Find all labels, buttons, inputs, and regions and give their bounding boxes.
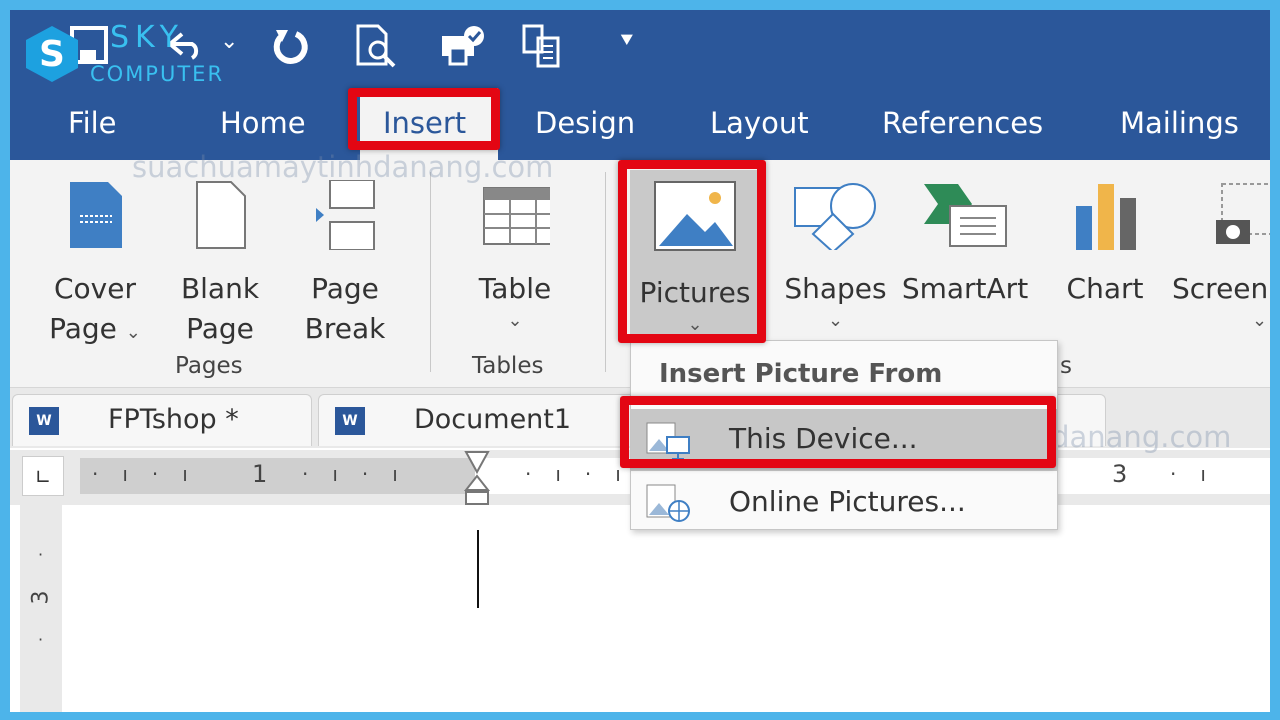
screenshot-icon (1216, 183, 1270, 244)
chevron-down-icon: ⌄ (827, 310, 844, 331)
tab-home[interactable]: Home (220, 105, 306, 141)
word-doc-icon: W (29, 407, 59, 435)
chevron-down-icon: ⌄ (507, 310, 523, 331)
chart-button[interactable]: Chart (1060, 180, 1150, 309)
print-preview-icon[interactable] (354, 22, 400, 70)
page-break-button[interactable]: Page Break (295, 179, 395, 349)
chart-icon (1076, 184, 1136, 250)
page-break-icon (316, 179, 375, 251)
indent-marker[interactable] (462, 450, 492, 506)
smartart-button[interactable]: SmartArt (895, 180, 1035, 309)
undo-dropdown-icon[interactable]: ⌄ (220, 22, 238, 62)
group-label-pages: Pages (175, 353, 243, 379)
menu-item-online-pictures[interactable]: Online Pictures... (631, 479, 1057, 529)
menu-header: Insert Picture From (659, 359, 943, 389)
highlight-this-device (620, 396, 1056, 468)
logo-subtext: COMPUTER (90, 62, 225, 86)
ruler-mark: 3 (1112, 460, 1128, 488)
redo-icon[interactable] (272, 26, 312, 66)
highlight-pictures-button (618, 160, 766, 343)
customize-qat-icon[interactable]: ⯆ (618, 22, 636, 62)
word-window: ⌄ ⯆ S SKY COMPUTER File Home Insert Desi… (10, 10, 1270, 712)
screenshot-button[interactable]: Screen ⌄ (1172, 180, 1270, 333)
table-icon (483, 187, 565, 245)
online-pictures-icon (646, 484, 690, 522)
tab-design[interactable]: Design (535, 105, 635, 141)
tab-stop-selector[interactable]: ∟ (22, 456, 64, 496)
clipboard-icon[interactable] (520, 22, 566, 70)
sky-computer-logo: S (22, 24, 82, 84)
vertical-ruler[interactable]: 3 · · (20, 505, 62, 712)
chevron-down-icon: ⌄ (125, 322, 141, 343)
shapes-icon (793, 183, 876, 254)
text-cursor (477, 530, 479, 608)
title-bar: ⌄ ⯆ S SKY COMPUTER File Home Insert Desi… (10, 10, 1270, 160)
group-label-partial: s (1060, 353, 1072, 379)
ruler-mark: 3 (28, 590, 54, 605)
smartart-icon (924, 184, 1007, 247)
tab-references[interactable]: References (882, 105, 1043, 141)
svg-text:S: S (39, 34, 65, 75)
group-divider (430, 172, 431, 372)
print-icon[interactable] (438, 22, 488, 68)
tab-file[interactable]: File (68, 105, 117, 141)
group-label-tables: Tables (472, 353, 544, 379)
shapes-button[interactable]: Shapes ⌄ (778, 180, 893, 333)
highlight-insert-tab (348, 88, 500, 150)
chevron-down-icon: ⌄ (1252, 310, 1268, 331)
logo-text: SKY (110, 20, 184, 55)
document-page[interactable] (78, 505, 1270, 712)
blank-page-icon (196, 181, 246, 249)
tab-mailings[interactable]: Mailings (1120, 105, 1239, 141)
cover-page-icon (70, 182, 122, 248)
doc-tab-fptshop[interactable]: W FPTshop * (12, 394, 312, 446)
table-button[interactable]: Table ⌄ (465, 180, 565, 333)
ruler-mark: 1 (252, 460, 268, 488)
blank-page-button[interactable]: Blank Page (170, 180, 270, 349)
cover-page-button[interactable]: Cover Page ⌄ (40, 180, 150, 349)
word-doc-icon: W (335, 407, 365, 435)
watermark: suachuamaytinhdanang.com (132, 150, 554, 184)
tab-layout[interactable]: Layout (710, 105, 809, 141)
group-divider (605, 172, 606, 372)
